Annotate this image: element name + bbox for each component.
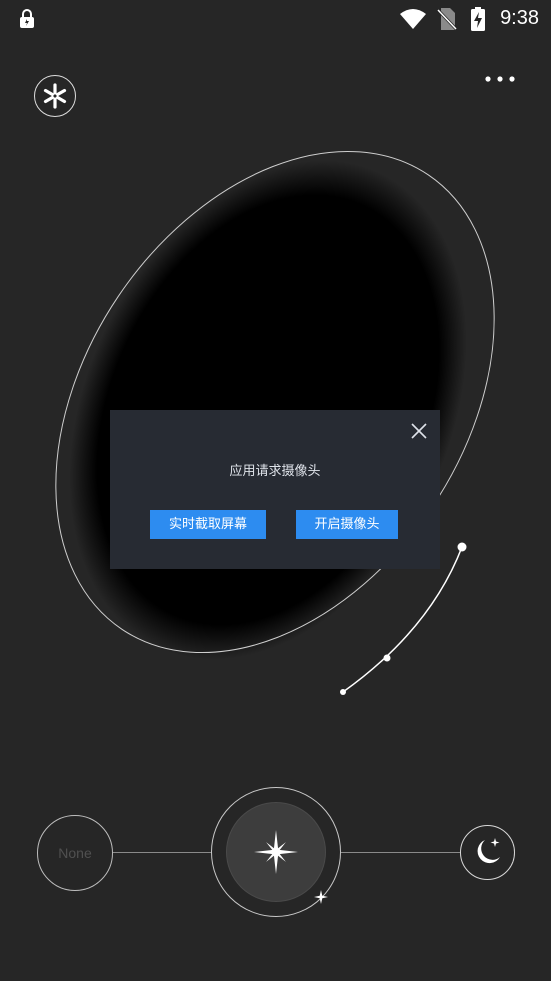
connector-line-left <box>113 852 212 853</box>
sparkle-star-icon <box>254 830 298 874</box>
small-star-icon <box>314 890 328 904</box>
camera-request-dialog: 应用请求摄像头 实时截取屏幕 开启摄像头 <box>110 410 440 569</box>
open-camera-button[interactable]: 开启摄像头 <box>296 510 398 539</box>
screen-capture-button[interactable]: 实时截取屏幕 <box>150 510 266 539</box>
night-mode-button[interactable] <box>460 825 515 880</box>
slider-handle-middle[interactable] <box>383 654 391 662</box>
close-icon[interactable] <box>409 421 429 441</box>
none-filter-button[interactable]: None <box>37 815 113 891</box>
connector-line-right <box>341 852 460 853</box>
slider-handle-bottom[interactable] <box>340 689 346 695</box>
none-label: None <box>58 845 92 861</box>
slider-handle-top[interactable] <box>457 542 467 552</box>
capture-button[interactable] <box>226 802 326 902</box>
moon-star-icon <box>477 838 500 864</box>
dialog-message: 应用请求摄像头 <box>229 464 321 479</box>
